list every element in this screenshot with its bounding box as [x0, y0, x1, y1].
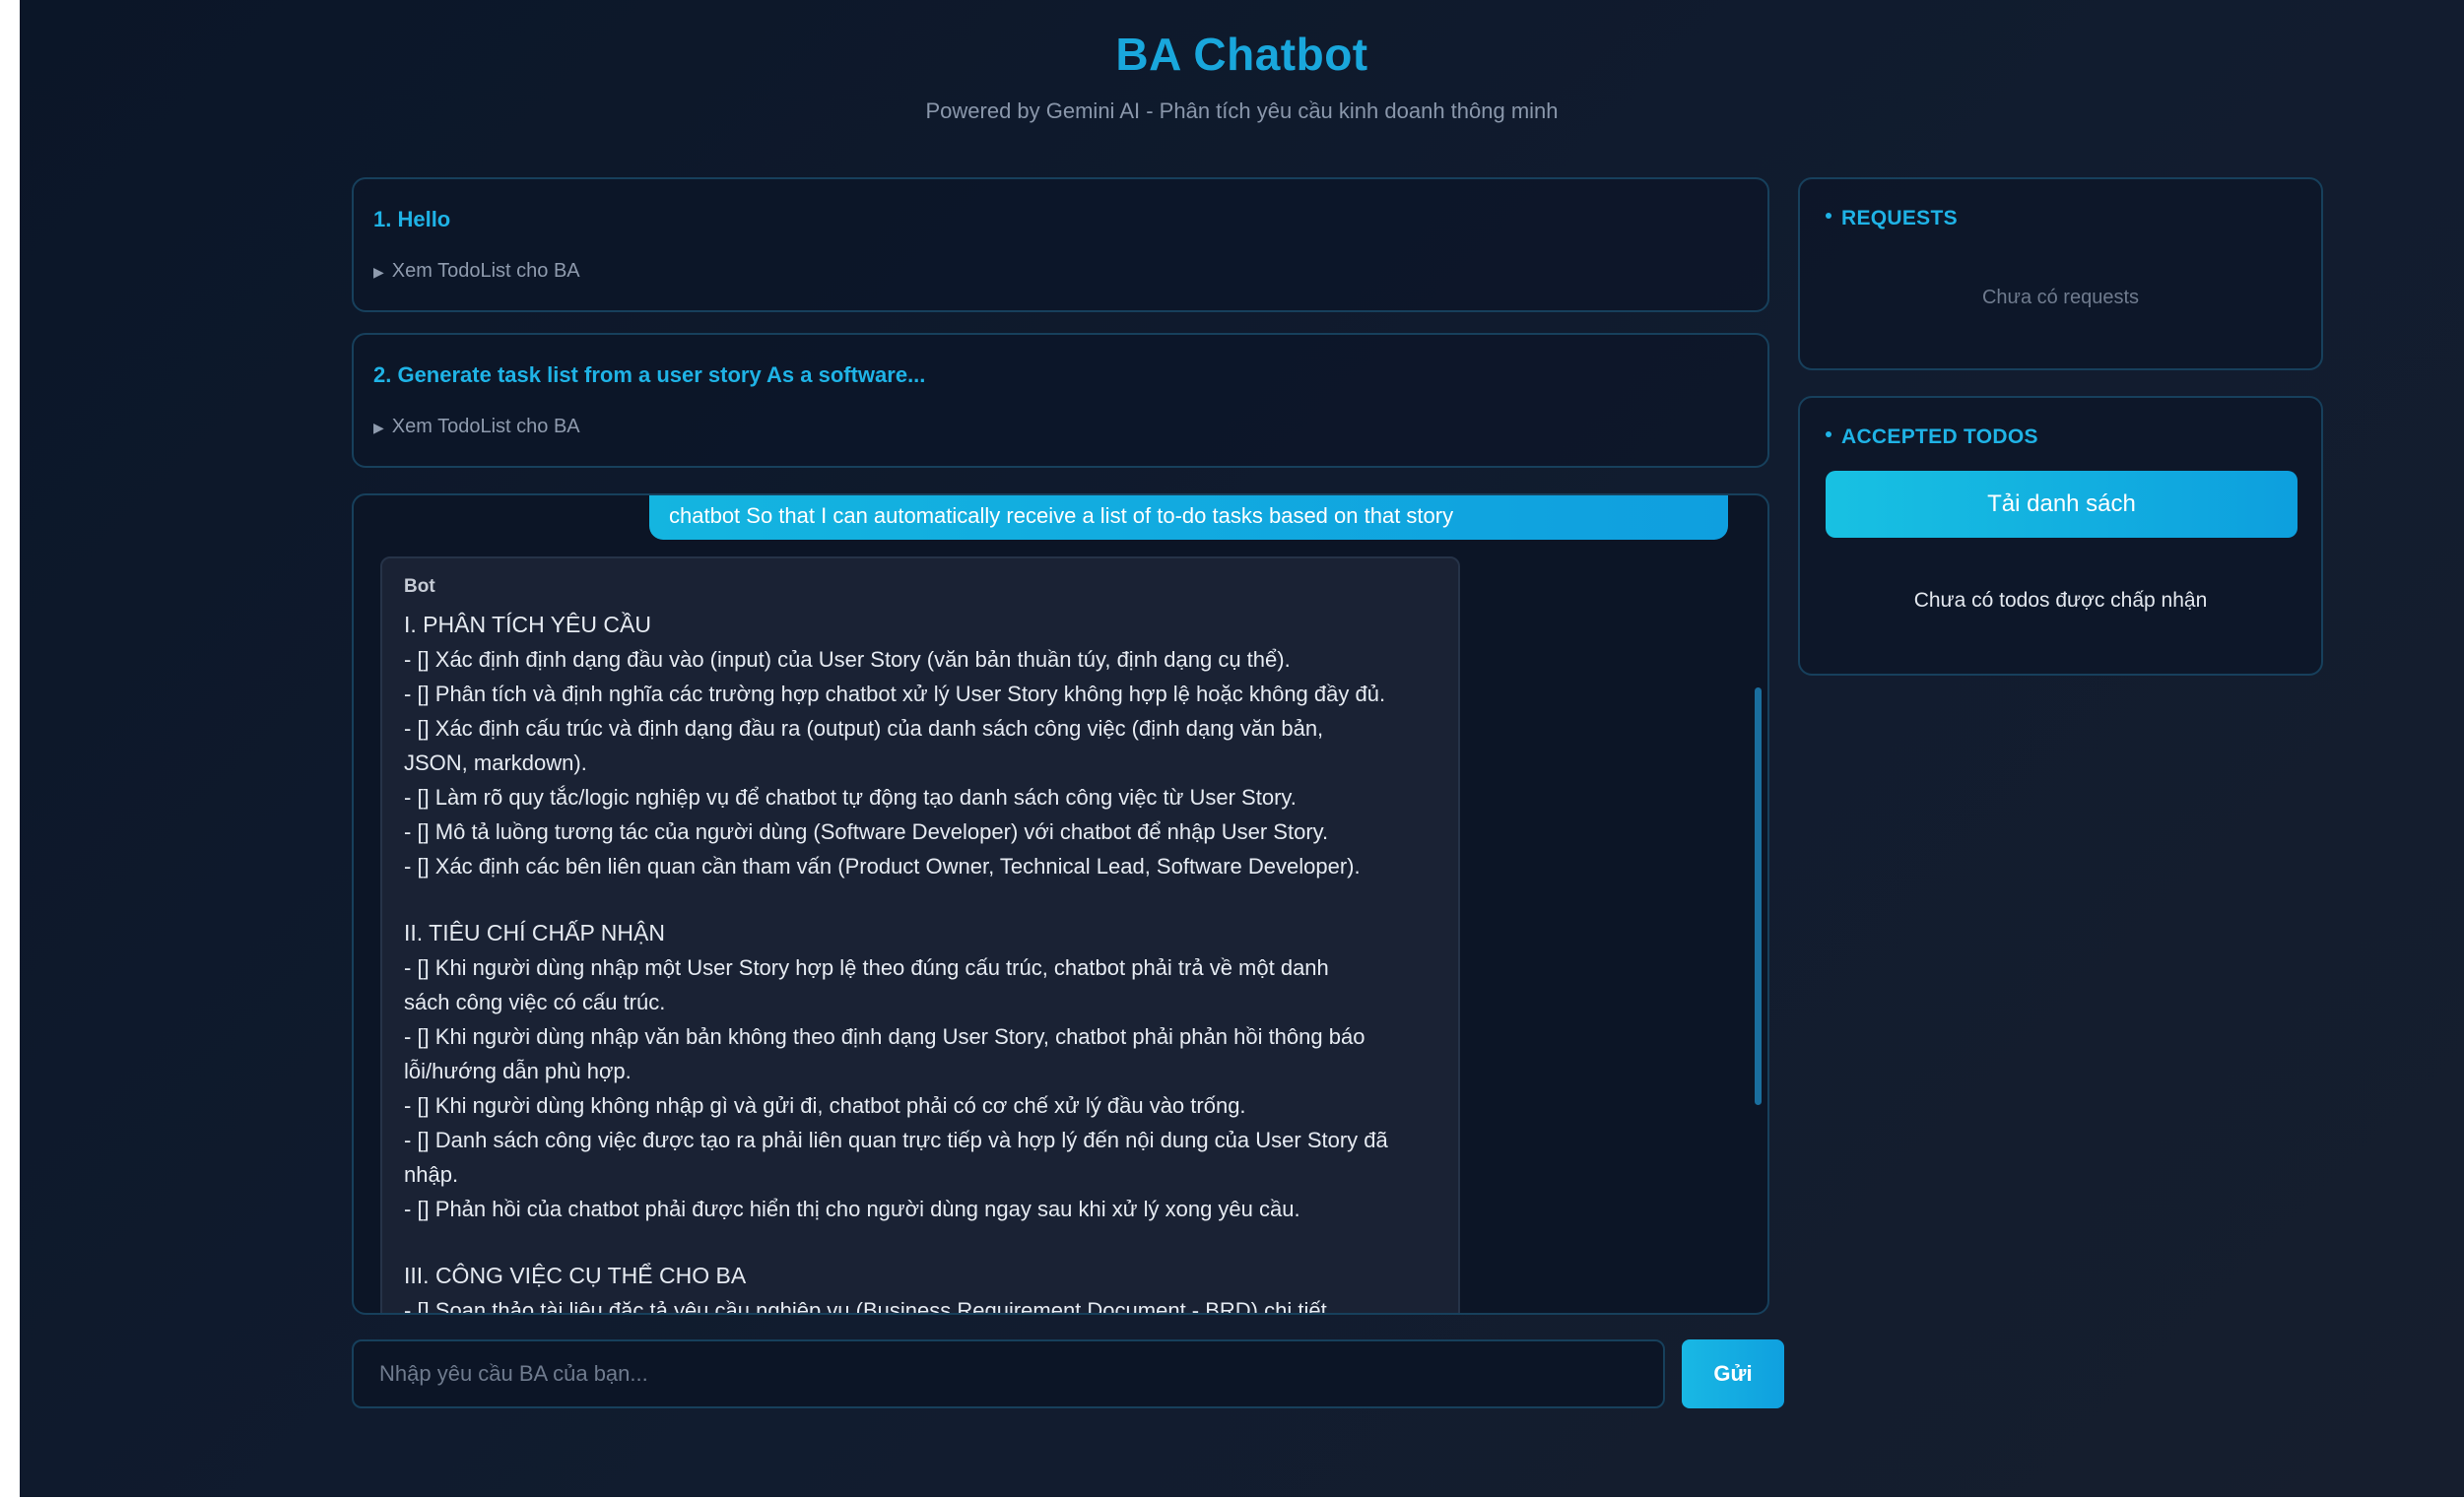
- bot-line: - [] Khi người dùng nhập một User Story …: [404, 955, 1329, 980]
- request-title: 1. Hello: [373, 207, 451, 231]
- bot-line: - [] Khi người dùng không nhập gì và gửi…: [404, 1093, 1246, 1118]
- bot-line: sách công việc có cấu trúc.: [404, 990, 666, 1014]
- bot-line: JSON, markdown).: [404, 750, 587, 775]
- accepted-todos-title-label: ACCEPTED TODOS: [1841, 425, 2038, 448]
- chat-messages-panel[interactable]: chatbot So that I can automatically rece…: [352, 493, 1769, 1315]
- accepted-todos-empty-text: Chưa có todos được chấp nhận: [1913, 589, 2208, 612]
- bot-section-heading: III. CÔNG VIỆC CỤ THỂ CHO BA: [404, 1263, 747, 1288]
- bot-section-heading: I. PHÂN TÍCH YÊU CẦU: [404, 612, 651, 637]
- requests-title-label: REQUESTS: [1841, 207, 1958, 229]
- caret-right-icon: ▶: [373, 420, 384, 435]
- todolist-toggle[interactable]: ▶ Xem TodoList cho BA: [373, 260, 580, 283]
- page-subtitle: Powered by Gemini AI - Phân tích yêu cầu…: [925, 98, 1559, 123]
- bot-line: - [] Soạn thảo tài liệu đặc tả yêu cầu n…: [404, 1298, 1333, 1315]
- load-list-button[interactable]: Tải danh sách: [1826, 471, 2298, 538]
- bot-line: - [] Phản hồi của chatbot phải được hiển…: [404, 1197, 1300, 1221]
- bot-line: - [] Xác định định dạng đầu vào (input) …: [404, 647, 1291, 672]
- caret-right-icon: ▶: [373, 264, 384, 280]
- app-window: BA Chatbot Powered by Gemini AI - Phân t…: [20, 0, 2464, 1497]
- page-title: BA Chatbot: [1115, 29, 1368, 80]
- request-card: 2. Generate task list from a user story …: [352, 333, 1769, 468]
- accepted-todos-panel: ACCEPTED TODOS Tải danh sách Chưa có tod…: [1798, 396, 2323, 676]
- todolist-toggle-label: Xem TodoList cho BA: [391, 416, 580, 437]
- bot-message-body: I. PHÂN TÍCH YÊU CẦU - [] Xác định định d…: [404, 608, 1438, 1315]
- request-title: 2. Generate task list from a user story …: [373, 362, 926, 387]
- bot-line-gap: [404, 883, 1438, 916]
- bot-line-gap: [404, 1226, 1438, 1259]
- bot-line: - [] Khi người dùng nhập văn bản không t…: [404, 1024, 1365, 1049]
- bot-label: Bot: [404, 576, 435, 597]
- user-message: chatbot So that I can automatically rece…: [649, 495, 1728, 540]
- bullet-icon: [1826, 431, 1831, 438]
- bot-line: - [] Phân tích và định nghĩa các trường …: [404, 682, 1386, 706]
- bot-line: lỗi/hướng dẫn phù hợp.: [404, 1059, 632, 1083]
- request-input[interactable]: [352, 1339, 1665, 1408]
- bot-section-heading: II. TIÊU CHÍ CHẤP NHẬN: [404, 920, 665, 945]
- accepted-todos-title: ACCEPTED TODOS: [1826, 425, 2038, 449]
- bullet-icon: [1826, 213, 1831, 220]
- chat-scrollbar[interactable]: [1755, 687, 1762, 1105]
- send-button[interactable]: Gửi: [1682, 1339, 1784, 1408]
- requests-title: REQUESTS: [1826, 207, 1958, 230]
- bot-line: - [] Mô tả luồng tương tác của người dùn…: [404, 819, 1329, 844]
- bot-message: Bot I. PHÂN TÍCH YÊU CẦU - [] Xác định đị…: [380, 556, 1460, 1315]
- todolist-toggle[interactable]: ▶ Xem TodoList cho BA: [373, 416, 580, 438]
- bot-line: - [] Làm rõ quy tắc/logic nghiệp vụ để c…: [404, 785, 1297, 810]
- bot-line: - [] Xác định các bên liên quan cần tham…: [404, 854, 1361, 879]
- todolist-toggle-label: Xem TodoList cho BA: [391, 260, 580, 282]
- bot-line: nhập.: [404, 1162, 459, 1187]
- bot-line: - [] Danh sách công việc được tạo ra phả…: [404, 1128, 1388, 1152]
- bot-line: - [] Xác định cấu trúc và định dạng đầu …: [404, 716, 1324, 741]
- requests-panel: REQUESTS Chưa có requests: [1798, 177, 2323, 370]
- requests-empty-text: Chưa có requests: [1981, 287, 2140, 308]
- request-card: 1. Hello ▶ Xem TodoList cho BA: [352, 177, 1769, 312]
